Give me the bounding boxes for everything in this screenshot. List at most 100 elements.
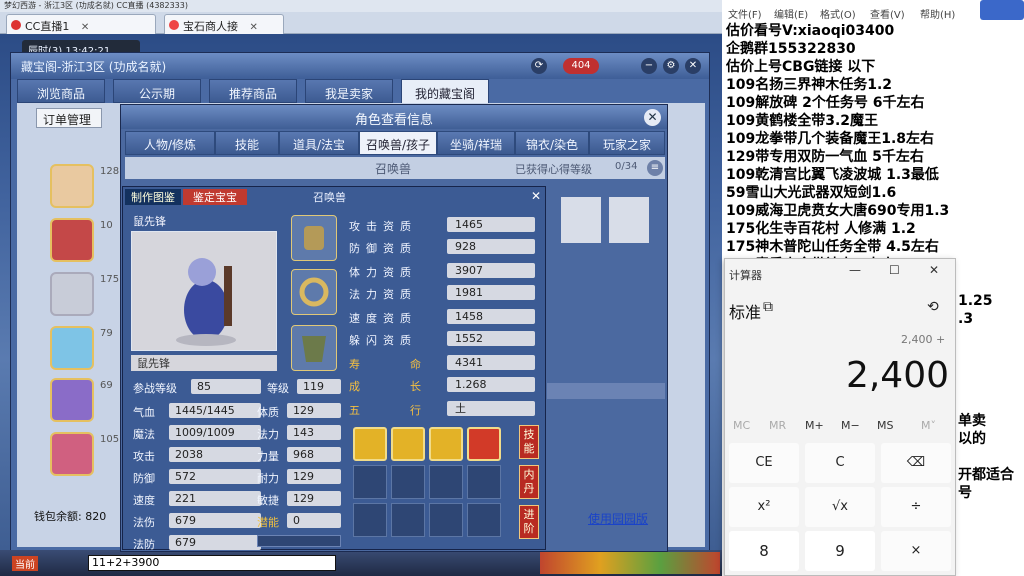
close-icon[interactable]: ✕ (81, 22, 89, 33)
summon-title: 召唤兽 (313, 191, 346, 204)
skill-slot-empty[interactable] (391, 465, 425, 499)
memory-clear-button[interactable]: MC (733, 419, 750, 432)
browser-tab-cc[interactable]: CC直播1 ✕ (6, 14, 156, 34)
close-icon[interactable]: ✕ (929, 263, 939, 277)
close-icon[interactable]: ✕ (644, 109, 661, 126)
menu-format[interactable]: 格式(O) (820, 6, 856, 21)
skill-slot-empty[interactable] (391, 503, 425, 537)
equip-slot-armor[interactable] (291, 215, 337, 261)
gear-icon[interactable]: ⚙ (663, 58, 679, 74)
appraise-button[interactable]: 鉴定宝宝 (183, 189, 247, 205)
equip-slot-ring[interactable] (291, 269, 337, 315)
tab-character[interactable]: 人物/修炼 (125, 131, 215, 155)
calculator-window: 计算器 — ☐ ✕ 标准 ⧉ ⟲ 2,400 + 2,400 MC MR M+ … (724, 258, 956, 576)
memory-list-button[interactable]: M˅ (921, 419, 936, 432)
mail-badge[interactable]: 404 (563, 58, 599, 74)
order-manage-button[interactable]: 订单管理 (36, 108, 102, 128)
tab-costume[interactable]: 锦衣/染色 (515, 131, 589, 155)
attr-strength: 力量 968 (257, 447, 341, 463)
quality-attack: 攻击资质 1465 (349, 217, 539, 233)
use-version-link[interactable]: 使用园园版 (588, 510, 648, 527)
tab-skills[interactable]: 技能 (215, 131, 279, 155)
square-button[interactable]: x² (729, 487, 799, 527)
skill-ghost-icon[interactable] (429, 427, 463, 461)
skill-slot-empty[interactable] (467, 503, 501, 537)
memory-recall-button[interactable]: MR (769, 419, 786, 432)
keep-on-top-icon[interactable]: ⧉ (763, 299, 773, 315)
clear-entry-button[interactable]: CE (729, 443, 799, 483)
summon-thumb[interactable] (561, 197, 601, 243)
tab-my-bazaar[interactable]: 我的藏宝阁 (401, 79, 489, 103)
menu-file[interactable]: 文件(F) (728, 6, 762, 21)
memory-add-button[interactable]: M+ (805, 419, 824, 432)
quick-item-bar[interactable] (540, 552, 720, 574)
tab-items[interactable]: 道具/法宝 (279, 131, 359, 155)
equip-slot-body[interactable] (291, 325, 337, 371)
skills-button[interactable]: 技能 (519, 425, 539, 459)
advance-button[interactable]: 进阶 (519, 505, 539, 539)
memory-store-button[interactable]: MS (877, 419, 893, 432)
menu-help[interactable]: 帮助(H) (920, 6, 955, 21)
tab-public[interactable]: 公示期 (113, 79, 201, 103)
list-item[interactable]: 69 (50, 378, 120, 422)
tab-mount[interactable]: 坐骑/祥瑞 (437, 131, 515, 155)
minimize-icon[interactable]: — (849, 263, 861, 277)
summon-name: 鼠先锋 (133, 215, 166, 228)
list-item[interactable]: 79 (50, 326, 120, 370)
multiply-button[interactable]: × (881, 531, 951, 571)
bazaar-title: 藏宝阁-浙江3区 (功成名就) (11, 53, 709, 79)
skill-slot-empty[interactable] (429, 503, 463, 537)
memory-subtract-button[interactable]: M− (841, 419, 860, 432)
inner-pill-button[interactable]: 内丹 (519, 465, 539, 499)
armor-icon (302, 336, 326, 362)
tab-browse[interactable]: 浏览商品 (17, 79, 105, 103)
chat-input[interactable]: 11+2+3900 (88, 555, 336, 571)
browser-tab-bar: CC直播1 ✕ 宝石商人接 ✕ (0, 12, 722, 34)
backspace-button[interactable]: ⌫ (881, 443, 951, 483)
tab-recommend[interactable]: 推荐商品 (209, 79, 297, 103)
menu-icon[interactable]: ≡ (647, 160, 663, 176)
quality-element: 五行土 (349, 401, 539, 417)
sqrt-button[interactable]: √x (805, 487, 875, 527)
list-item[interactable]: 10 (50, 218, 120, 262)
digit-9-button[interactable]: 9 (805, 531, 875, 571)
maximize-icon[interactable]: ☐ (889, 263, 900, 277)
tab-home[interactable]: 玩家之家 (589, 131, 665, 155)
chat-channel-label[interactable]: 当前 (12, 556, 38, 571)
divide-button[interactable]: ÷ (881, 487, 951, 527)
skill-slot-empty[interactable] (467, 465, 501, 499)
browser-tab-gem[interactable]: 宝石商人接 ✕ (164, 14, 284, 34)
notepad-text[interactable]: 估价看号V:xiaoqi03400 企鹅群155322830 估价上号CBG链接… (726, 22, 1024, 274)
menu-edit[interactable]: 编辑(E) (774, 6, 808, 21)
tab-seller[interactable]: 我是卖家 (305, 79, 393, 103)
list-item[interactable]: 105 (50, 432, 120, 476)
skill-eye-icon[interactable] (353, 427, 387, 461)
skill-sword-icon[interactable] (391, 427, 425, 461)
calculator-title: 计算器 (729, 269, 762, 282)
digit-8-button[interactable]: 8 (729, 531, 799, 571)
list-item[interactable]: 128 (50, 164, 120, 208)
tab-summon[interactable]: 召唤兽/孩子 (359, 131, 437, 155)
rat-vanguard-figure-icon (176, 258, 236, 346)
close-icon[interactable]: ✕ (531, 189, 541, 203)
menu-view[interactable]: 查看(V) (870, 6, 905, 21)
attr-mp: 魔法 1009/1009 (133, 425, 261, 441)
refresh-icon[interactable]: ⟳ (531, 58, 547, 74)
list-item[interactable]: 175 (50, 272, 120, 316)
minimize-icon[interactable]: − (641, 58, 657, 74)
calculator-expression: 2,400 + (901, 333, 946, 346)
summon-thumb[interactable] (609, 197, 649, 243)
quality-speed: 速度资质 1458 (349, 309, 539, 325)
skill-slot-empty[interactable] (353, 503, 387, 537)
close-icon[interactable]: ✕ (685, 58, 701, 74)
clear-button[interactable]: C (805, 443, 875, 483)
point-buttons[interactable] (257, 535, 341, 547)
history-icon[interactable]: ⟲ (927, 299, 939, 315)
summon-name-field[interactable]: 鼠先锋 (131, 355, 277, 371)
close-icon[interactable]: ✕ (250, 22, 258, 33)
skill-fire-icon[interactable] (467, 427, 501, 461)
handbook-button[interactable]: 制作图鉴 (125, 189, 181, 205)
quality-dodge: 躲闪资质 1552 (349, 331, 539, 347)
skill-slot-empty[interactable] (353, 465, 387, 499)
skill-slot-empty[interactable] (429, 465, 463, 499)
